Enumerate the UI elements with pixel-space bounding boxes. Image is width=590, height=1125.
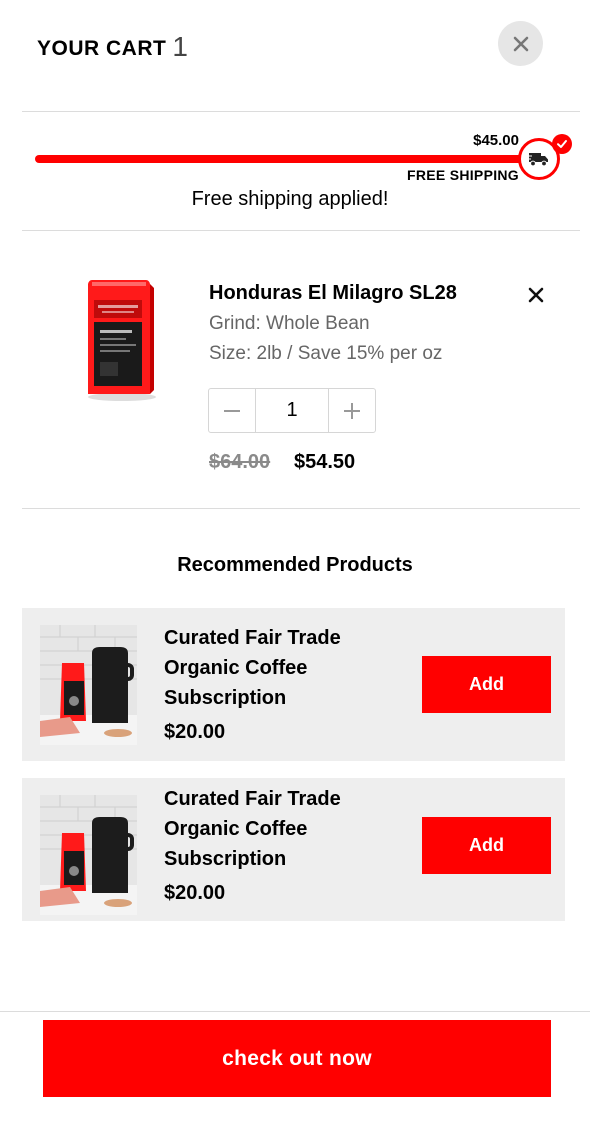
recommended-product-price: $20.00 <box>164 882 226 904</box>
add-recommended-button[interactable]: Add <box>422 817 551 874</box>
recommended-name-line: Curated Fair Trade <box>164 788 341 810</box>
cart-count: 1 <box>172 31 189 62</box>
recommended-product-name[interactable]: Curated Fair Trade Organic Coffee Subscr… <box>164 623 384 713</box>
recommended-name-line: Organic Coffee <box>164 818 308 840</box>
recommended-name-line: Curated Fair Trade <box>164 627 341 649</box>
shipping-threshold: $45.00 <box>473 132 519 149</box>
header-divider <box>22 111 580 112</box>
cart-title: YOUR CART 1 <box>37 30 188 62</box>
cart-item-grind: Grind: Whole Bean <box>209 313 370 334</box>
recommended-heading: Recommended Products <box>177 554 413 576</box>
check-icon <box>557 140 567 148</box>
recommended-product-image[interactable] <box>40 625 137 745</box>
recommended-name-line: Subscription <box>164 687 287 709</box>
decrease-quantity-button[interactable] <box>209 389 255 432</box>
recommended-name-line: Organic Coffee <box>164 657 308 679</box>
quantity-stepper: 1 <box>208 388 376 433</box>
shipping-progress-bar <box>35 155 535 163</box>
recommended-product-card: Curated Fair Trade Organic Coffee Subscr… <box>22 608 565 761</box>
recommended-product-card: Curated Fair Trade Organic Coffee Subscr… <box>22 778 565 921</box>
close-icon <box>513 36 528 51</box>
item-divider <box>22 508 580 509</box>
shipping-divider <box>22 230 580 231</box>
checkout-button[interactable]: check out now <box>43 1020 551 1097</box>
add-recommended-button[interactable]: Add <box>422 656 551 713</box>
remove-item-button[interactable] <box>525 284 547 306</box>
truck-icon <box>528 153 548 167</box>
increase-quantity-button[interactable] <box>329 389 375 432</box>
recommended-product-name[interactable]: Curated Fair Trade Organic Coffee Subscr… <box>164 784 384 874</box>
quantity-input[interactable]: 1 <box>255 389 329 432</box>
plus-icon <box>344 402 360 419</box>
free-shipping-label: FREE SHIPPING <box>406 167 519 183</box>
sale-price: $54.50 <box>294 451 356 473</box>
remove-icon <box>528 287 544 303</box>
product-image[interactable] <box>78 278 160 403</box>
close-cart-button[interactable] <box>498 21 543 66</box>
footer-divider <box>0 1011 590 1012</box>
recommended-name-line: Subscription <box>164 848 287 870</box>
cart-item-name[interactable]: Honduras El Milagro SL28 <box>209 282 457 305</box>
original-price: $64.00 <box>209 451 271 473</box>
recommended-product-image[interactable] <box>40 795 137 915</box>
cart-title-text: YOUR CART <box>37 37 167 60</box>
cart-item-size: Size: 2lb / Save 15% per oz <box>209 343 443 364</box>
minus-icon <box>224 409 240 412</box>
free-shipping-message: Free shipping applied! <box>191 188 389 210</box>
shipping-applied-badge <box>552 134 572 154</box>
recommended-product-price: $20.00 <box>164 721 226 743</box>
